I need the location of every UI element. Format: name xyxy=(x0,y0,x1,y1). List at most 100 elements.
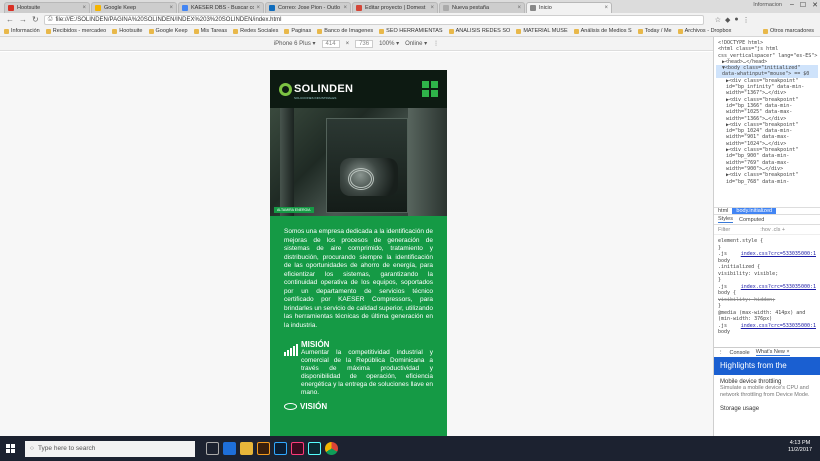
bookmark-item[interactable]: Redes Sociales xyxy=(233,28,278,34)
bookmark-icon xyxy=(45,28,51,34)
bookmark-item[interactable]: MATERIAL MUSE xyxy=(516,28,568,34)
maximize-icon[interactable]: ☐ xyxy=(800,1,806,9)
tab-computed[interactable]: Computed xyxy=(739,217,764,223)
filter-options[interactable]: :hov .cls + xyxy=(760,227,785,233)
extension-icon[interactable]: ◆ xyxy=(725,16,730,24)
extension-icon[interactable]: ● xyxy=(734,16,738,24)
dom-node[interactable]: ▶<div class="breakpoint" id="bp_1024" da… xyxy=(716,122,818,147)
crumb-body[interactable]: body.initialized xyxy=(732,208,777,214)
tab-close-icon[interactable]: × xyxy=(343,5,347,11)
illustrator-icon[interactable] xyxy=(257,442,270,455)
reload-icon[interactable]: ↻ xyxy=(32,15,39,24)
styles-pane: element.style {} index.css?crc=533035000:… xyxy=(714,235,820,347)
taskbar-search[interactable]: ○ Type here to search xyxy=(25,440,195,457)
tab-close-icon[interactable]: × xyxy=(517,5,521,11)
bookmark-item[interactable]: Today / Me xyxy=(637,28,672,34)
minimize-icon[interactable]: – xyxy=(790,1,794,9)
url-text: file:///E:/SOLINDEN/PAGINA%20SOLINDEN/IN… xyxy=(55,16,282,23)
menu-grid-icon[interactable] xyxy=(422,81,438,97)
drawer-item[interactable]: Storage usage xyxy=(714,402,820,416)
bookmark-icon xyxy=(448,28,454,34)
other-bookmarks[interactable]: Otros marcadores xyxy=(762,28,814,34)
tab-2[interactable]: KAESER DBS - Buscar con × xyxy=(178,2,264,13)
task-view-icon[interactable] xyxy=(206,442,219,455)
crumb-html[interactable]: html xyxy=(714,208,732,214)
more-icon[interactable]: ⋮ xyxy=(433,40,439,47)
stylesheet-link[interactable]: index.css?crc=533035000:1 xyxy=(741,284,816,291)
bookmark-item[interactable]: Recibidos - mercadeo xyxy=(45,28,106,34)
whats-new-drawer: Highlights from the Mobile device thrott… xyxy=(714,357,820,416)
device-select[interactable]: iPhone 6 Plus ▾ xyxy=(274,40,316,47)
filter-input[interactable]: Filter xyxy=(718,227,730,233)
styles-filter: Filter :hov .cls + xyxy=(714,225,820,235)
back-icon[interactable]: ← xyxy=(6,15,14,24)
tab-4[interactable]: Editar proyecto | Domest × xyxy=(352,2,438,13)
tab-close-icon[interactable]: × xyxy=(430,5,434,11)
tab-3[interactable]: Correo: Jose Pion - Outlo × xyxy=(265,2,351,13)
emulated-viewport: SOLINDEN SOLUCIONES INDUSTRIALES ALTAMIR… xyxy=(0,52,713,436)
dom-node[interactable]: <html class="js html css_verticalspacer"… xyxy=(716,46,818,59)
zoom-select[interactable]: 100% ▾ xyxy=(379,40,399,47)
dom-node[interactable]: ▼<body class="initialized" data-whatinpu… xyxy=(716,65,818,78)
dom-node[interactable]: ▶<div class="breakpoint" id="bp_infinity… xyxy=(716,78,818,97)
tab-console[interactable]: Console xyxy=(730,350,750,356)
menu-icon[interactable]: ⋮ xyxy=(718,350,724,356)
bookmark-star-icon[interactable]: ☆ xyxy=(715,16,721,24)
explorer-icon[interactable] xyxy=(240,442,253,455)
tab-title: KAESER DBS - Buscar con xyxy=(191,5,255,11)
edge-icon[interactable] xyxy=(223,442,236,455)
tab-close-icon[interactable]: × xyxy=(256,5,260,11)
tab-1[interactable]: Google Keep × xyxy=(91,2,177,13)
bookmark-item[interactable]: Paginas xyxy=(284,28,311,34)
windows-start-icon[interactable] xyxy=(6,443,16,454)
mision-title: MISIÓN xyxy=(301,340,330,349)
tab-6[interactable]: Inicio × xyxy=(526,2,612,13)
tab-close-icon[interactable]: × xyxy=(82,5,86,11)
stylesheet-link[interactable]: index.css?crc=533035000:1 xyxy=(741,323,816,330)
width-input[interactable]: 414 xyxy=(321,39,340,48)
tab-title: Google Keep xyxy=(104,5,137,11)
profile-name[interactable]: Informacion xyxy=(753,2,782,8)
windows-taskbar: ○ Type here to search 4:13 PM 11/2/2017 xyxy=(0,436,820,461)
tab-close-icon[interactable]: × xyxy=(169,5,173,11)
bookmark-item[interactable]: Información xyxy=(4,28,40,34)
chrome-icon[interactable] xyxy=(325,442,338,455)
tab-styles[interactable]: Styles xyxy=(718,216,733,223)
photoshop-icon[interactable] xyxy=(274,442,287,455)
bookmark-item[interactable]: Banco de Imagenes xyxy=(317,28,373,34)
system-clock[interactable]: 4:13 PM 11/2/2017 xyxy=(788,440,812,454)
menu-icon[interactable]: ⋮ xyxy=(743,16,750,24)
drawer-item[interactable]: Mobile device throttling Simulate a mobi… xyxy=(714,375,820,402)
close-icon[interactable]: ✕ xyxy=(812,1,818,9)
dom-node[interactable]: ▶<div class="breakpoint" id="bp_1366" da… xyxy=(716,97,818,122)
stylesheet-link[interactable]: index.css?crc=533035000:1 xyxy=(741,251,816,258)
muse-icon[interactable] xyxy=(308,442,321,455)
bookmark-item[interactable]: SEO HERRAMIENTAS xyxy=(379,28,443,34)
bookmark-item[interactable]: Hootsuite xyxy=(112,28,143,34)
bookmark-icon xyxy=(193,28,199,34)
dom-node[interactable]: ▶<div class="breakpoint" id="bp_768" dat… xyxy=(716,172,818,185)
bookmark-icon xyxy=(4,28,9,34)
site-logo[interactable]: SOLINDEN SOLUCIONES INDUSTRIALES xyxy=(279,82,353,100)
bookmark-item[interactable]: Google Keep xyxy=(148,28,188,34)
bookmark-item[interactable]: ANALISIS REDES SO xyxy=(448,28,510,34)
bookmark-item[interactable]: Mis Tareas xyxy=(193,28,227,34)
favicon-icon xyxy=(269,5,275,11)
url-input[interactable]: ⎙ file:///E:/SOLINDEN/PAGINA%20SOLINDEN/… xyxy=(43,14,704,25)
tab-5[interactable]: Nueva pestaña × xyxy=(439,2,525,13)
tab-close-icon[interactable]: × xyxy=(604,5,608,11)
forward-icon[interactable]: → xyxy=(19,15,27,24)
bookmark-icon xyxy=(637,28,643,34)
favicon-icon xyxy=(95,5,101,11)
tab-whats-new[interactable]: What's New × xyxy=(755,349,790,356)
height-input[interactable]: 736 xyxy=(355,39,374,48)
dom-node[interactable]: ▶<div class="breakpoint" id="bp_900" dat… xyxy=(716,147,818,172)
network-select[interactable]: Online ▾ xyxy=(405,40,427,47)
favicon-icon xyxy=(443,5,449,11)
site-header: SOLINDEN SOLUCIONES INDUSTRIALES xyxy=(270,70,447,108)
tab-0[interactable]: Hootsuite × xyxy=(4,2,90,13)
bookmark-item[interactable]: Análisis de Medios S xyxy=(573,28,632,34)
bookmark-item[interactable]: Archivos - Dropbox xyxy=(677,28,731,34)
indesign-icon[interactable] xyxy=(291,442,304,455)
favicon-icon xyxy=(530,5,536,11)
